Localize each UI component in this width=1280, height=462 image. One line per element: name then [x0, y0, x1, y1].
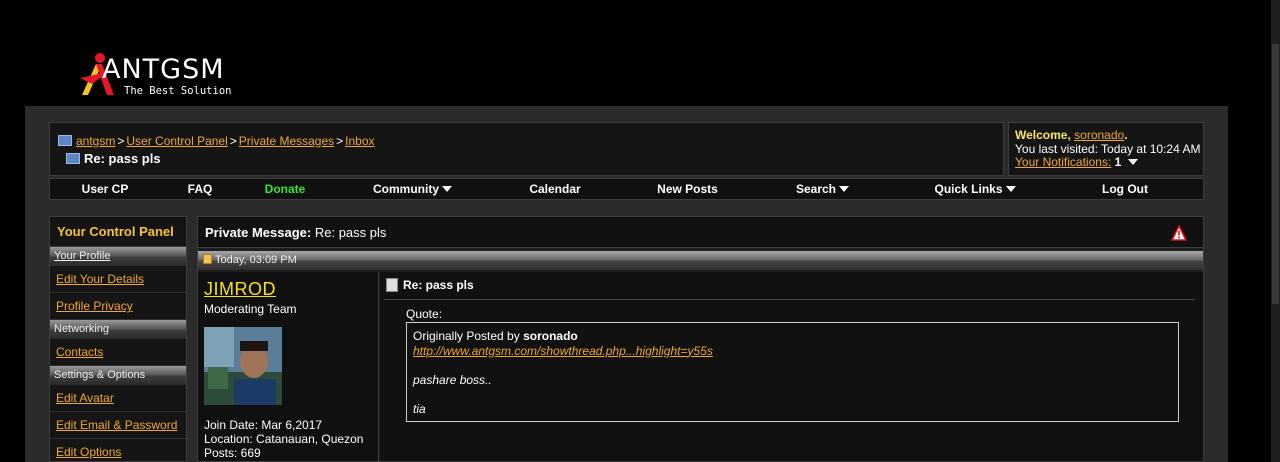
author-username-link[interactable]: JIMROD [204, 279, 276, 300]
control-panel-sidebar: Your Control Panel Your Profile Edit You… [49, 216, 187, 462]
main-nav: User CP FAQ Donate Community Calendar Ne… [49, 178, 1204, 200]
chevron-down-icon [839, 186, 850, 192]
section-networking: Networking [50, 320, 186, 339]
quote-line-1: pashare boss.. [413, 372, 492, 387]
post-date-bar: Today, 03:09 PM [198, 251, 1203, 270]
quote-line-2: tia [413, 401, 426, 416]
scrollbar-thumb[interactable] [1272, 44, 1279, 304]
author-location: Location: Catanauan, Quezon [204, 432, 364, 446]
author-join-date: Join Date: Mar 6,2017 [204, 418, 323, 432]
section-settings-options: Settings & Options [50, 366, 186, 385]
notifications-link[interactable]: Your Notifications: [1015, 155, 1111, 169]
chevron-down-icon [1005, 186, 1016, 192]
home-icon[interactable] [58, 135, 72, 146]
avatar[interactable] [204, 327, 282, 405]
logo-text: ANTGSM [102, 54, 225, 85]
nav-user-cp[interactable]: User CP [50, 179, 160, 199]
chevron-down-icon [442, 186, 452, 192]
welcome-username-link[interactable]: soronado [1074, 128, 1124, 142]
page-title: Private Message: Re: pass pls [198, 217, 1203, 248]
nav-quick-links[interactable]: Quick Links [885, 179, 1065, 199]
nav-community[interactable]: Community [330, 179, 495, 199]
welcome-box: Welcome, soronado. You last visited: Tod… [1008, 122, 1204, 176]
post-status-icon [203, 254, 212, 264]
message-body: Re: pass pls Quote: Originally Posted by… [380, 272, 1203, 461]
author-details: Join Date: Mar 6,2017 Location: Catanaua… [204, 418, 363, 460]
author-posts: Posts: 669 [204, 446, 261, 460]
sidebar-item-edit-options[interactable]: Edit Options [50, 439, 186, 461]
breadcrumb-item-private-messages[interactable]: Private Messages [239, 134, 334, 148]
nav-faq[interactable]: FAQ [160, 179, 240, 199]
breadcrumb-item-inbox[interactable]: Inbox [345, 134, 374, 148]
notifications-chevron-down-icon[interactable] [1127, 159, 1138, 165]
nav-calendar[interactable]: Calendar [495, 179, 615, 199]
section-your-profile[interactable]: Your Profile [50, 247, 186, 266]
page-wrapper: antgsm > User Control Panel > Private Messag… [25, 106, 1228, 462]
quote-block: Originally Posted by soronado http://www… [406, 322, 1179, 422]
nav-log-out[interactable]: Log Out [1065, 179, 1185, 199]
document-icon [386, 278, 398, 292]
quote-link[interactable]: http://www.antgsm.com/showthread.php...h… [413, 344, 713, 358]
nav-new-posts[interactable]: New Posts [615, 179, 760, 199]
report-warning-icon[interactable] [1171, 225, 1187, 241]
avatar-photo-icon [204, 327, 282, 405]
quote-author: soronado [523, 329, 578, 343]
breadcrumb: antgsm > User Control Panel > Private Messag… [49, 122, 1004, 176]
sidebar-item-edit-email[interactable]: Edit Email & Password [50, 412, 186, 439]
quote-label: Quote: [406, 307, 443, 321]
nav-search[interactable]: Search [760, 179, 885, 199]
logo-tagline: The Best Solution [124, 85, 232, 97]
sidebar-item-edit-details[interactable]: Edit Your Details [50, 266, 186, 293]
breadcrumb-current: Re: pass pls [66, 151, 161, 166]
folder-icon [66, 153, 80, 164]
sidebar-item-contacts[interactable]: Contacts [50, 339, 186, 366]
control-panel-title: Your Control Panel [50, 217, 186, 247]
author-title: Moderating Team [204, 302, 297, 316]
notifications-count: 1 [1114, 155, 1122, 169]
breadcrumb-item-antgsm[interactable]: antgsm [76, 134, 115, 148]
author-info: JIMROD Moderating Team Join Date: Mar 6,… [198, 272, 379, 461]
divider [384, 299, 1195, 300]
breadcrumb-trail: antgsm > User Control Panel > Private Messag… [58, 134, 375, 148]
sidebar-item-edit-avatar[interactable]: Edit Avatar [50, 385, 186, 412]
page-scrollbar[interactable] [1271, 0, 1280, 462]
site-logo[interactable]: ANTGSM The Best Solution [78, 50, 248, 100]
sidebar-item-profile-privacy[interactable]: Profile Privacy [50, 293, 186, 320]
breadcrumb-item-user-cp[interactable]: User Control Panel [126, 134, 227, 148]
private-message-panel: Private Message: Re: pass pls Today, 03:… [197, 216, 1204, 462]
message-title: Re: pass pls [386, 278, 474, 292]
nav-donate[interactable]: Donate [240, 179, 330, 199]
last-visited: You last visited: Today at 10:24 AM [1015, 141, 1201, 156]
